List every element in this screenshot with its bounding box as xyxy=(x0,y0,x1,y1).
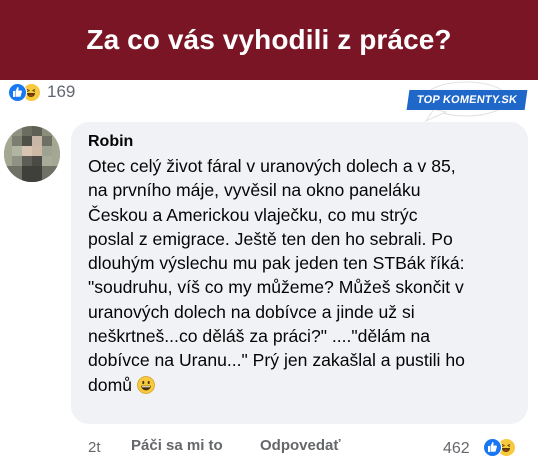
like-icon xyxy=(483,438,502,457)
page-title: Za co vás vyhodili z práce? xyxy=(86,24,452,55)
comment-line: dobívce na Uranu..." Prý jen zakašlal a … xyxy=(88,350,465,371)
badge-text: TOP KOMENTY.SK xyxy=(416,94,518,106)
comment-author[interactable]: Robin xyxy=(88,133,133,151)
comment-line: poslal z emigrace. Ještě ten den ho sebr… xyxy=(88,228,453,249)
comment-last-line: domů xyxy=(88,373,522,397)
like-button[interactable]: Páči sa mi to xyxy=(131,437,223,454)
comment-actions: 2t Páči sa mi to Odpovedať 462 xyxy=(0,436,538,460)
comment-line: "soudruhu, víš co my můžeme? Můžeš skonč… xyxy=(88,277,464,298)
grinning-face-icon xyxy=(137,375,155,394)
header-banner: Za co vás vyhodili z práce? xyxy=(0,0,538,80)
comment-line: neškrtneš...co děláš za práci?" ...."děl… xyxy=(88,326,431,347)
comment-line: dlouhým výslechu mu pak jeden ten STBák … xyxy=(88,253,465,274)
comment-timestamp[interactable]: 2t xyxy=(88,439,101,456)
like-icon xyxy=(8,82,27,102)
comment-reactions[interactable] xyxy=(483,438,516,457)
post-reactions[interactable]: 169 xyxy=(8,82,75,102)
comment-reaction-count[interactable]: 462 xyxy=(443,440,470,458)
reaction-count: 169 xyxy=(47,82,76,101)
avatar[interactable] xyxy=(4,126,60,182)
avatar-pixelated-image xyxy=(4,126,60,182)
comment-line: na prvního máje, vyvěsil na okno panelák… xyxy=(88,180,421,201)
comment-line: uranových dolech na dobívce a jinde už s… xyxy=(88,301,415,322)
reply-button[interactable]: Odpovedať xyxy=(260,437,341,454)
comment-line: Otec celý život fáral v uranových dolech… xyxy=(88,156,456,176)
comment-text: Otec celý život fáral v uranových dolech… xyxy=(88,154,522,397)
comment-line: Českou a Americkou vlaječku, co mu strýc xyxy=(88,204,418,225)
comment-line: domů xyxy=(88,374,133,395)
topkomenty-logo: TOP KOMENTY.SK xyxy=(406,90,528,110)
